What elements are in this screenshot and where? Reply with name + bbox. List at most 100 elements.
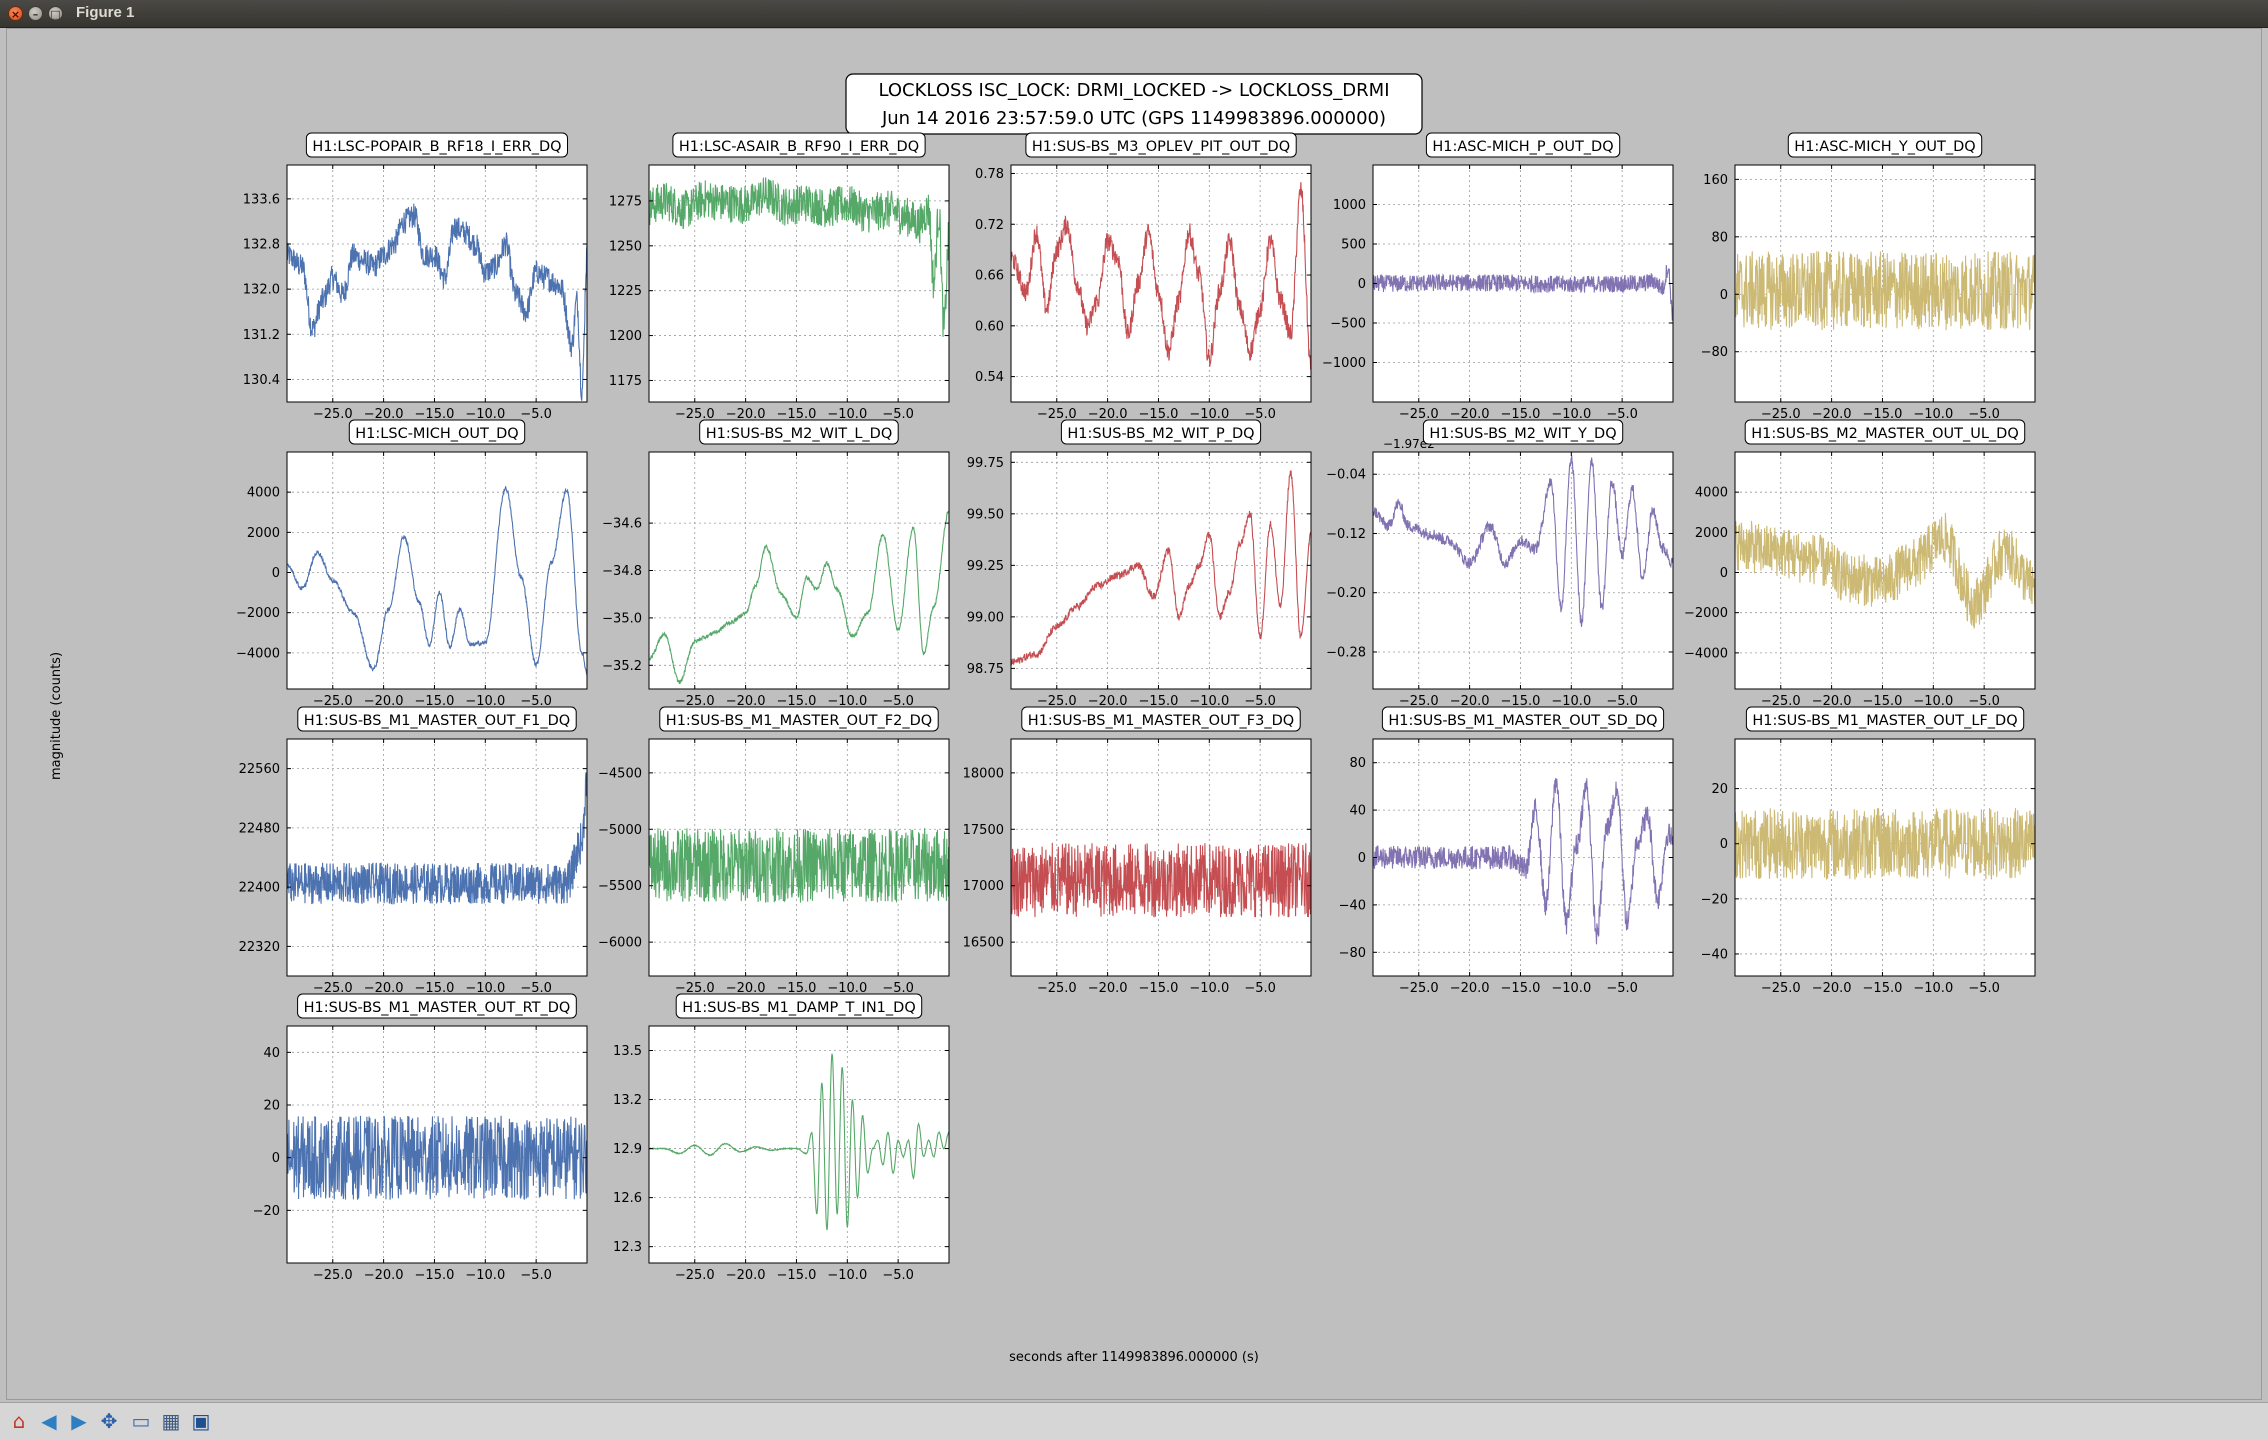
y-tick-label: 0.78 [975, 167, 1004, 182]
subplot-title-text: H1:SUS-BS_M2_WIT_Y_DQ [1429, 426, 1616, 442]
x-tick-label: −10.0 [1189, 981, 1229, 996]
back-arrow-icon[interactable]: ◀ [36, 1408, 62, 1434]
y-tick-label: −4500 [598, 766, 642, 781]
subplot-h1-sus-bs-m2-wit-l-dq[interactable]: −25.0 −20.0 −15.0 −10.0 −5.0−35.2−35.0−34.8−… [602, 419, 950, 709]
subplot-title-text: H1:LSC-ASAIR_B_RF90_I_ERR_DQ [679, 139, 919, 155]
x-tick-label: −5.0 [520, 407, 552, 422]
y-tick-label: −0.28 [1326, 645, 1366, 660]
axes-background [1373, 452, 1673, 689]
subplot-title-text: H1:SUS-BS_M3_OPLEV_PIT_OUT_DQ [1032, 139, 1290, 155]
subplot-title: H1:SUS-BS_M1_MASTER_OUT_RT_DQ [297, 993, 577, 1019]
y-tick-label: 12.3 [613, 1240, 642, 1255]
window-maximize-button[interactable]: □ [48, 6, 63, 21]
y-tick-label: 12.9 [613, 1142, 642, 1157]
x-tick-label: −25.0 [675, 1268, 715, 1283]
pan-icon[interactable]: ✥ [96, 1408, 122, 1434]
subplot-h1-sus-bs-m1-master-out-f2-dq[interactable]: −25.0 −20.0 −15.0 −10.0 −5.0−6000−5500−5000−… [598, 706, 950, 996]
figure-xlabel: seconds after 1149983896.000000 (s) [1009, 1350, 1259, 1365]
y-tick-label: 16500 [963, 936, 1004, 951]
y-tick-label: 1175 [609, 374, 642, 389]
subplot-h1-sus-bs-m1-master-out-f1-dq[interactable]: −25.0 −20.0 −15.0 −10.0 −5.02232022400224802… [239, 706, 588, 996]
y-tick-label: 2000 [247, 526, 280, 541]
y-tick-label: 22320 [239, 940, 280, 955]
subplot-h1-sus-bs-m1-master-out-sd-dq[interactable]: −25.0 −20.0 −15.0 −10.0 −5.0 −80 −40 0 40 80 H1:SU… [1339, 706, 1674, 996]
y-tick-label: 0.60 [975, 319, 1004, 334]
subplot-title-text: H1:SUS-BS_M1_MASTER_OUT_F2_DQ [666, 713, 932, 729]
window-minimize-button[interactable]: – [28, 6, 43, 21]
y-tick-label: 99.75 [967, 456, 1004, 471]
subplot-h1-sus-bs-m1-master-out-lf-dq[interactable]: −25.0 −20.0 −15.0 −10.0 −5.0 −40 −20 0 20 H1:SUS-… [1701, 706, 2036, 996]
subplot-h1-asc-mich-p-out-dq[interactable]: −25.0 −20.0 −15.0 −10.0 −5.0−1000−5000500100… [1322, 132, 1674, 422]
x-tick-label: −15.0 [1863, 981, 1903, 996]
home-icon[interactable]: ⌂ [6, 1408, 32, 1434]
y-tick-label: 0 [1358, 851, 1366, 866]
subplot-h1-sus-bs-m1-master-out-rt-dq[interactable]: −25.0 −20.0 −15.0 −10.0 −5.0 −20 0 20 40 H1:SUS-B… [253, 993, 588, 1283]
x-tick-label: −15.0 [415, 1268, 455, 1283]
subplot-title: H1:SUS-BS_M2_WIT_L_DQ [699, 419, 899, 445]
y-tick-label: −0.04 [1326, 468, 1366, 483]
y-tick-label: 12.6 [613, 1191, 642, 1206]
y-tick-label: 4000 [247, 486, 280, 501]
y-tick-label: 22400 [239, 881, 280, 896]
y-tick-label: 99.25 [967, 559, 1004, 574]
x-tick-label: −15.0 [1139, 981, 1179, 996]
subplot-h1-sus-bs-m2-wit-p-dq[interactable]: −25.0 −20.0 −15.0 −10.0 −5.098.7599.0099.259… [967, 419, 1312, 709]
subplot-h1-sus-bs-m2-master-out-ul-dq[interactable]: −25.0 −20.0 −15.0 −10.0 −5.0−4000−2000020004… [1684, 419, 2036, 709]
y-tick-label: 0 [272, 566, 280, 581]
save-icon[interactable]: ▣ [188, 1408, 214, 1434]
y-tick-label: 22480 [239, 821, 280, 836]
subplot-title: H1:SUS-BS_M1_MASTER_OUT_F1_DQ [297, 706, 577, 732]
subplot-h1-asc-mich-y-out-dq[interactable]: −25.0 −20.0 −15.0 −10.0 −5.0−80080160H1:ASC-… [1701, 132, 2036, 422]
figure-canvas[interactable]: LOCKLOSS ISC_LOCK: DRMI_LOCKED -> LOCKLO… [0, 28, 2268, 1400]
y-tick-label: 99.00 [967, 610, 1004, 625]
x-tick-label: −5.0 [1968, 981, 2000, 996]
x-tick-label: −5.0 [1244, 981, 1276, 996]
y-tick-label: −2000 [236, 606, 280, 621]
y-tick-label: 0.66 [975, 269, 1004, 284]
y-tick-label: −35.0 [602, 611, 642, 626]
x-tick-label: −25.0 [313, 1268, 353, 1283]
y-tick-label: 80 [1349, 756, 1366, 771]
x-tick-label: −10.0 [1913, 981, 1953, 996]
subplot-title-text: H1:SUS-BS_M1_MASTER_OUT_F3_DQ [1028, 713, 1294, 729]
y-tick-label: 1250 [609, 239, 642, 254]
subplot-h1-sus-bs-m1-master-out-f3-dq[interactable]: −25.0 −20.0 −15.0 −10.0 −5.0 16500 17000 17500 1… [963, 706, 1312, 996]
y-tick-label: 40 [1349, 804, 1366, 819]
y-tick-label: 17000 [963, 879, 1004, 894]
subplots-configure-icon[interactable]: ▦ [158, 1408, 184, 1434]
window-titlebar: × – □ Figure 1 [0, 0, 2268, 28]
subplot-title-text: H1:SUS-BS_M2_WIT_P_DQ [1067, 426, 1254, 442]
x-tick-label: −20.0 [1450, 981, 1490, 996]
x-tick-label: −10.0 [465, 1268, 505, 1283]
subplot-title: H1:LSC-MICH_OUT_DQ [348, 419, 526, 445]
x-tick-label: −5.0 [520, 1268, 552, 1283]
forward-arrow-icon[interactable]: ▶ [66, 1408, 92, 1434]
y-tick-label: 2000 [1695, 526, 1728, 541]
axes-background [287, 452, 587, 689]
x-tick-label: −20.0 [726, 1268, 766, 1283]
window-close-button[interactable]: × [8, 6, 23, 21]
y-tick-label: 131.2 [243, 328, 280, 343]
x-tick-label: −10.0 [1551, 981, 1591, 996]
subplot-title-text: H1:ASC-MICH_P_OUT_DQ [1432, 139, 1613, 155]
subplot-h1-lsc-asair-b-rf90-i-err-dq[interactable]: −25.0 −20.0 −15.0 −10.0 −5.01175120012251250… [609, 132, 950, 422]
x-tick-label: −5.0 [882, 1268, 914, 1283]
subplot-h1-sus-bs-m1-damp-t-in1-dq[interactable]: −25.0 −20.0 −15.0 −10.0 −5.0 12.3 12.6 12.9 13.2… [613, 993, 950, 1283]
subplot-h1-lsc-mich-out-dq[interactable]: −25.0 −20.0 −15.0 −10.0 −5.0−4000−2000020004… [236, 419, 588, 709]
subplot-title: H1:SUS-BS_M2_WIT_P_DQ [1060, 419, 1262, 445]
x-tick-label: −25.0 [1761, 981, 1801, 996]
x-tick-label: −20.0 [1812, 981, 1852, 996]
y-tick-label: 20 [1711, 782, 1728, 797]
y-tick-label: 133.6 [243, 192, 280, 207]
subplot-title: H1:SUS-BS_M1_MASTER_OUT_LF_DQ [1745, 706, 2025, 732]
y-tick-label: −0.20 [1326, 586, 1366, 601]
subplot-h1-sus-bs-m2-wit-y-dq[interactable]: −25.0 −20.0 −15.0 −10.0 −5.0−0.28−0.20−0.12−… [1326, 419, 1674, 709]
subplot-h1-sus-bs-m3-oplev-pit-out-dq[interactable]: −25.0 −20.0 −15.0 −10.0 −5.00.540.600.660.72… [975, 132, 1312, 422]
subplot-h1-lsc-popair-b-rf18-i-err-dq[interactable]: −25.0 −20.0 −15.0 −10.0 −5.0130.4131.2132.01… [243, 132, 588, 422]
y-tick-label: 132.0 [243, 283, 280, 298]
x-tick-label: −10.0 [827, 1268, 867, 1283]
y-tick-label: −2000 [1684, 606, 1728, 621]
y-tick-label: 0 [1720, 566, 1728, 581]
zoom-icon[interactable]: ▭ [128, 1408, 154, 1434]
y-tick-label: 17500 [963, 823, 1004, 838]
